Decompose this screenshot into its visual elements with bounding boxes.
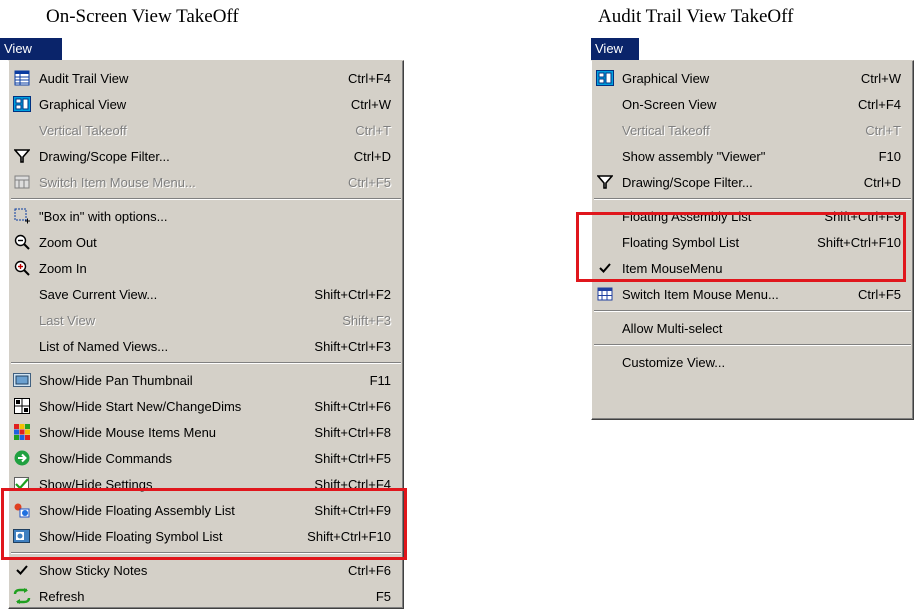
menu-item-label: Show/Hide Pan Thumbnail [39,372,193,388]
menu-item-show-sticky-notes[interactable]: Show Sticky Notes Ctrl+F6 [9,557,403,583]
menu-item-shortcut: Ctrl+D [353,148,391,164]
graphical-view-icon [592,65,618,91]
start-new-icon [9,393,35,419]
menu-item-label: Customize View... [622,354,726,370]
menu-separator [592,195,913,203]
menu-item-shortcut: Ctrl+F5 [858,286,901,302]
menu-item-shortcut: F10 [878,148,901,164]
menu-item-label: Switch Item Mouse Menu... [39,174,196,190]
filter-icon [9,143,35,169]
menu-separator [592,307,913,315]
menu-item-shortcut: Shift+Ctrl+F8 [314,424,391,440]
zoom-out-icon [9,229,35,255]
menu-item-graphical-view[interactable]: Graphical View Ctrl+W [9,91,403,117]
highlight-box-right [576,212,906,282]
menu-item-save-current-view[interactable]: Save Current View... Shift+Ctrl+F2 [9,281,403,307]
menu-item-switch-item-mouse-menu[interactable]: Switch Item Mouse Menu... Ctrl+F5 [9,169,403,195]
menu-item-label: Show/Hide Commands [39,450,172,466]
menu-item-shortcut: F5 [375,588,391,604]
menu-item-shortcut: Ctrl+F5 [348,174,391,190]
mouse-items-icon [9,419,35,445]
menu-item-shortcut: Shift+Ctrl+F3 [314,338,391,354]
zoom-in-icon [9,255,35,281]
menu-item-label: Last View [39,312,96,328]
menu-item-label: Graphical View [622,70,710,86]
menu-item-mouse-items-menu[interactable]: Show/Hide Mouse Items Menu Shift+Ctrl+F8 [9,419,403,445]
right-menubar-view[interactable]: View [591,38,640,60]
menu-item-shortcut: F11 [369,372,391,388]
table-icon [9,65,35,91]
menu-item-label: Audit Trail View [39,70,129,86]
menu-item-label: Switch Item Mouse Menu... [622,286,779,302]
menu-item-commands[interactable]: Show/Hide Commands Shift+Ctrl+F5 [9,445,403,471]
menu-item-label: List of Named Views... [39,338,169,354]
menu-item-label: Zoom In [39,260,87,276]
menu-item-show-assembly-viewer[interactable]: Show assembly "Viewer" F10 [592,143,913,169]
menu-item-zoom-in[interactable]: Zoom In [9,255,403,281]
menu-item-label: Allow Multi-select [622,320,723,336]
menu-item-label: Vertical Takeoff [39,122,127,138]
menu-item-shortcut: Ctrl+F6 [348,562,391,578]
menu-item-drawing-scope-filter[interactable]: Drawing/Scope Filter... Ctrl+D [592,169,913,195]
menu-item-customize-view[interactable]: Customize View... [592,349,913,375]
menu-separator [9,195,403,203]
menu-item-label: Save Current View... [39,286,158,302]
menu-item-box-in[interactable]: "Box in" with options... [9,203,403,229]
refresh-icon [9,583,35,609]
menu-item-last-view[interactable]: Last View Shift+F3 [9,307,403,333]
menu-item-label: "Box in" with options... [39,208,168,224]
left-menubar-view[interactable]: View [0,38,63,60]
pan-thumbnail-icon [9,367,35,393]
menu-item-shortcut: Ctrl+W [860,70,901,86]
menu-item-shortcut: Ctrl+F4 [348,70,391,86]
box-in-icon [9,203,35,229]
menu-item-vertical-takeoff[interactable]: Vertical Takeoff Ctrl+T [9,117,403,143]
filter-icon [592,169,618,195]
menu-item-label: Show assembly "Viewer" [622,148,766,164]
menu-item-label: Zoom Out [39,234,97,250]
menu-item-audit-trail-view[interactable]: Audit Trail View Ctrl+F4 [9,65,403,91]
menu-item-label: Vertical Takeoff [622,122,710,138]
right-caption: Audit Trail View TakeOff [598,6,794,27]
menu-item-allow-multi-select[interactable]: Allow Multi-select [592,315,913,341]
menu-item-zoom-out[interactable]: Zoom Out [9,229,403,255]
menu-item-list-of-named-views[interactable]: List of Named Views... Shift+Ctrl+F3 [9,333,403,359]
switch-menu-icon [9,169,35,195]
menu-item-label: On-Screen View [622,96,717,112]
menu-item-shortcut: Ctrl+F4 [858,96,901,112]
right-view-menu: View Graphical View Ctrl+W On-Screen Vie… [576,38,921,428]
menu-item-drawing-scope-filter[interactable]: Drawing/Scope Filter... Ctrl+D [9,143,403,169]
menu-item-label: Drawing/Scope Filter... [39,148,170,164]
menu-item-label: Drawing/Scope Filter... [622,174,753,190]
menu-item-label: Graphical View [39,96,127,112]
menu-item-pan-thumbnail[interactable]: Show/Hide Pan Thumbnail F11 [9,367,403,393]
menu-item-switch-item-mouse-menu[interactable]: Switch Item Mouse Menu... Ctrl+F5 [592,281,913,307]
menu-item-shortcut: Shift+F3 [342,312,391,328]
left-view-menu: View Audit Trail View Ctrl+F4 Graphical … [0,38,410,609]
switch-menu-icon [592,281,618,307]
menu-item-label: Show Sticky Notes [39,562,148,578]
menu-item-shortcut: Ctrl+D [863,174,901,190]
checkmark-icon [9,557,35,583]
menu-item-on-screen-view[interactable]: On-Screen View Ctrl+F4 [592,91,913,117]
menu-item-shortcut: Shift+Ctrl+F5 [314,450,391,466]
menu-item-start-new-changedims[interactable]: Show/Hide Start New/ChangeDims Shift+Ctr… [9,393,403,419]
menu-item-shortcut: Shift+Ctrl+F6 [314,398,391,414]
commands-icon [9,445,35,471]
menu-item-shortcut: Shift+Ctrl+F2 [314,286,391,302]
menu-item-label: Show/Hide Mouse Items Menu [39,424,217,440]
menu-item-graphical-view[interactable]: Graphical View Ctrl+W [592,65,913,91]
left-caption: On-Screen View TakeOff [46,6,239,27]
menu-item-vertical-takeoff[interactable]: Vertical Takeoff Ctrl+T [592,117,913,143]
graphical-view-icon [9,91,35,117]
menu-separator [592,341,913,349]
menu-item-label: Show/Hide Start New/ChangeDims [39,398,242,414]
menu-item-shortcut: Ctrl+W [350,96,391,112]
menu-item-label: Refresh [39,588,85,604]
highlight-box-left [1,488,407,560]
menu-item-refresh[interactable]: Refresh F5 [9,583,403,609]
menu-item-shortcut: Ctrl+T [355,122,391,138]
menu-item-shortcut: Ctrl+T [865,122,901,138]
menu-separator [9,359,403,367]
